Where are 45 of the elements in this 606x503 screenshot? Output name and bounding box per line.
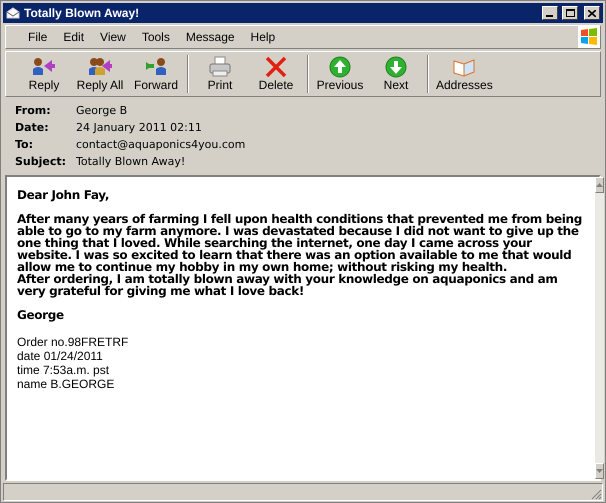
field-value: George B	[76, 103, 128, 120]
menu-item[interactable]: Help	[242, 28, 284, 46]
person-arrow-icon	[32, 56, 56, 78]
people-arrow-icon	[88, 56, 112, 78]
window-title: Totally Blown Away!	[24, 5, 140, 22]
menu-item[interactable]: Edit	[55, 28, 92, 46]
close-icon	[588, 10, 596, 16]
field-label: To:	[15, 137, 34, 154]
field-value: 24 January 2011 02:11	[76, 120, 202, 136]
field-value: contact@aquaponics4you.com	[76, 137, 246, 154]
field-label: Date:	[15, 120, 50, 136]
greeting-text: Dear John Fay,	[17, 189, 110, 201]
scroll-up-button[interactable]	[595, 177, 604, 193]
menu-item[interactable]: Message	[178, 28, 243, 46]
toolbar-button[interactable]: Print	[192, 52, 248, 96]
toolbar-button[interactable]: Delete	[248, 52, 304, 96]
toolbar-button[interactable]: Reply All	[72, 52, 128, 96]
field-label: From:	[15, 103, 52, 120]
cross-icon	[264, 56, 288, 78]
order-detail-text: Order no.98FRETRF	[17, 335, 130, 349]
menu-item[interactable]: Tools	[134, 28, 178, 46]
envelope-icon	[6, 7, 20, 19]
resize-grip-icon[interactable]	[590, 488, 602, 500]
scrollbar[interactable]	[595, 177, 604, 479]
signature-text: George	[17, 309, 65, 321]
field-label: Subject:	[15, 154, 68, 170]
toolbar-button[interactable]: Addresses	[432, 52, 497, 96]
field-value: Totally Blown Away!	[76, 154, 186, 170]
order-detail-text: time 7:53a.m. pst	[17, 363, 110, 377]
close-button[interactable]	[584, 6, 600, 20]
toolbar-button[interactable]: Forward	[128, 52, 184, 96]
maximize-button[interactable]	[562, 6, 578, 20]
minimize-button[interactable]	[542, 6, 558, 20]
person-arrow-icon	[144, 56, 168, 78]
toolbar-button[interactable]: Reply	[16, 52, 72, 96]
menu-item[interactable]: File	[20, 28, 56, 46]
toolbar-button[interactable]: Next	[368, 52, 424, 96]
paragraph: After many years of farming I fell upon health conditions that prevented me from being able to go to my farm anymore. I was devastated because I did not want to give up the one thing that I loved. While searching the internet, one day I came across your website. I was so excited to learn that there was an option available to me that would allow me to continue my hobby in my own home; without risking my health.	[17, 213, 583, 273]
printer-icon	[208, 56, 232, 78]
order-detail-text: date 01/24/2011	[17, 349, 104, 363]
menu-item[interactable]: View	[92, 28, 134, 46]
toolbar-button[interactable]: Previous	[312, 52, 368, 96]
paragraph: After ordering, I am totally blown away with your knowledge on aquaponics and am very grateful for giving me what I love back!	[17, 273, 559, 297]
scroll-down-button[interactable]	[595, 463, 604, 479]
order-detail-text: name B.GEORGE	[17, 377, 116, 391]
